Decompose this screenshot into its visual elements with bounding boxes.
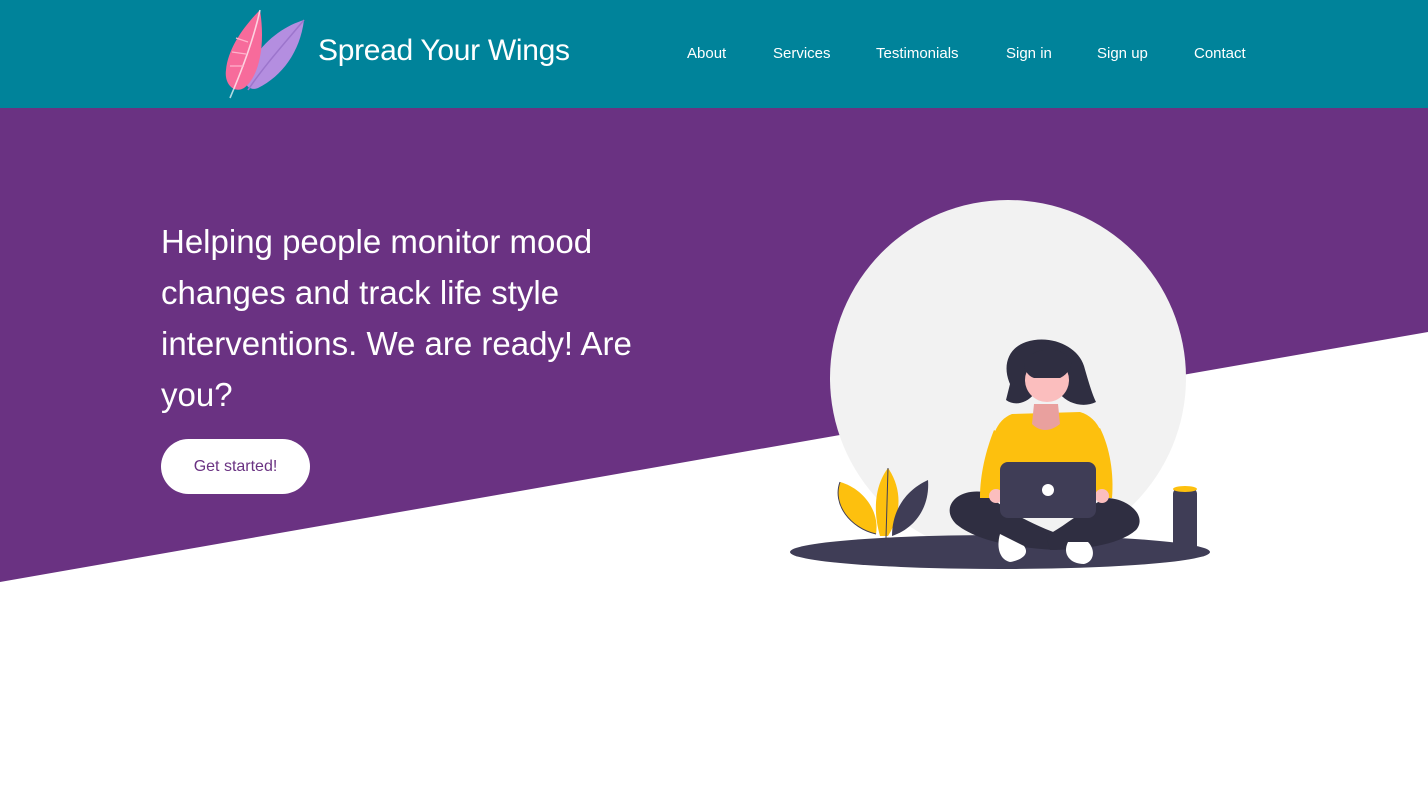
get-started-button[interactable]: Get started! [161, 439, 310, 494]
nav-about-link[interactable]: About [687, 45, 726, 62]
nav-contact-link[interactable]: Contact [1194, 45, 1246, 62]
nav-sign-in-link[interactable]: Sign in [1006, 45, 1052, 62]
nav-sign-up-link[interactable]: Sign up [1097, 45, 1148, 62]
nav-services-link[interactable]: Services [773, 45, 831, 62]
nav-testimonials-link[interactable]: Testimonials [876, 45, 959, 62]
navbar: Spread Your Wings About Services Testimo… [0, 0, 1428, 108]
main-nav: About Services Testimonials Sign in Sign… [0, 45, 1428, 65]
woman-with-laptop-illustration [790, 200, 1210, 569]
hero-title: Helping people monitor mood changes and … [161, 223, 632, 413]
